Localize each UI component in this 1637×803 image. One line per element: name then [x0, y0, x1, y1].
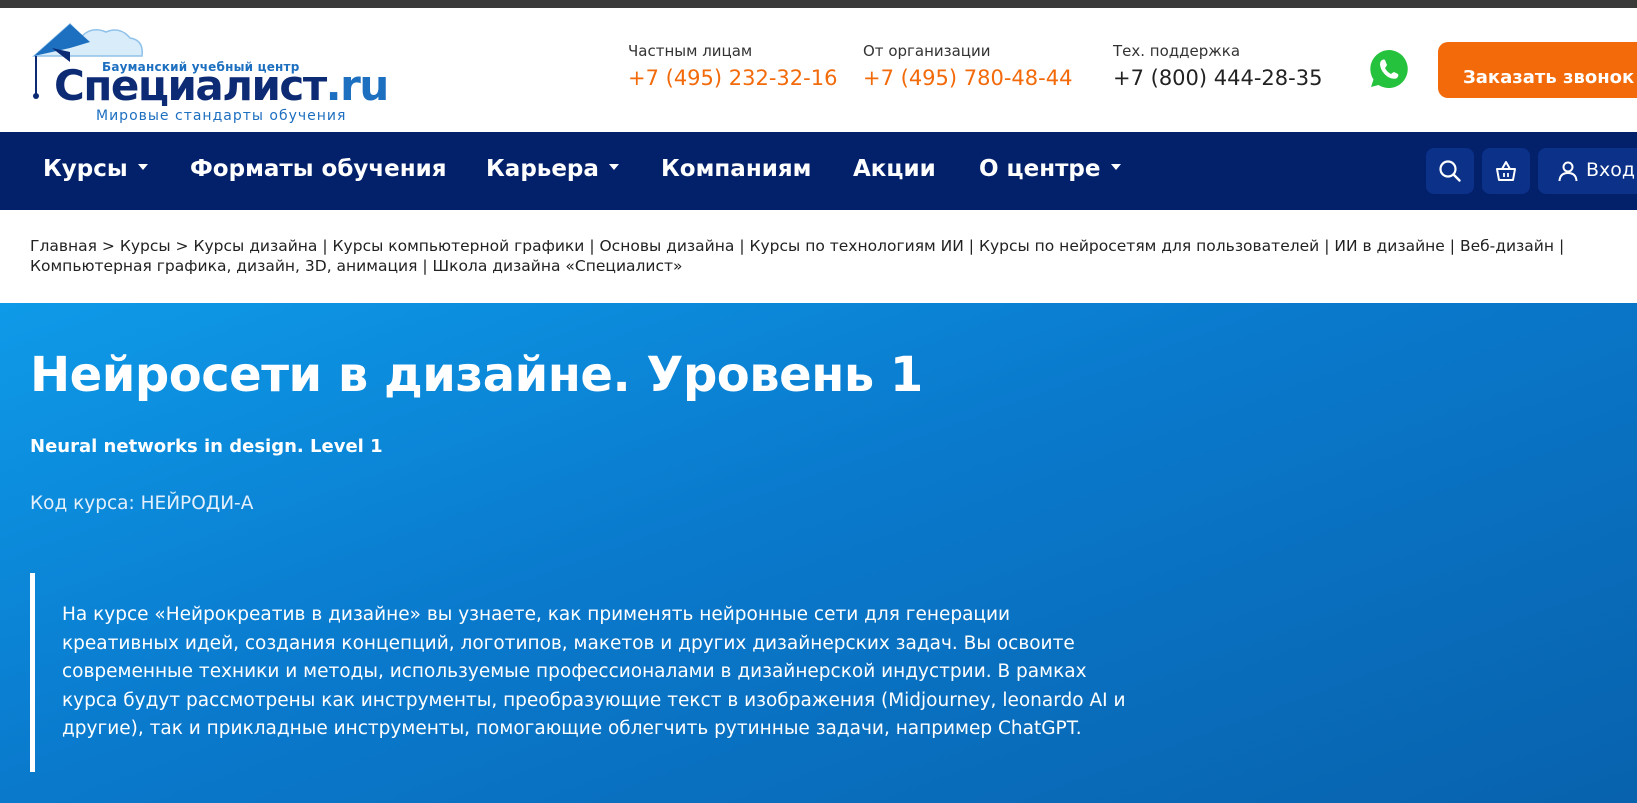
top-strip [0, 0, 1637, 8]
site-logo[interactable]: Баумански‌й учебный центр Специалист.ru … [30, 22, 389, 124]
course-description-text: На курсе «Нейрокреатив в дизайне» вы узн… [62, 604, 1126, 739]
contact-phone-link[interactable]: +7 (495) 232-32-16 [628, 66, 837, 90]
nav-item-label: Курсы [43, 156, 128, 182]
breadcrumb-separator: | [1324, 237, 1330, 255]
search-button[interactable] [1426, 148, 1474, 194]
logo-brand-suffix: .ru [325, 61, 390, 110]
login-button[interactable]: Вход [1538, 148, 1637, 194]
nav-item-about[interactable]: О центре [979, 156, 1121, 182]
breadcrumb-link[interactable]: Компьютерная графика, дизайн, 3D, анимац… [30, 257, 417, 275]
breadcrumb-separator: | [1449, 237, 1455, 255]
page-title: Нейросети в дизайне. Уровень 1 [30, 347, 923, 403]
breadcrumb-separator: | [422, 257, 428, 275]
breadcrumb-separator: > [101, 237, 115, 255]
nav-item-promotions[interactable]: Акции [853, 156, 936, 182]
search-icon [1439, 160, 1461, 182]
course-title-english: Neural networks in design. Level 1 [30, 436, 383, 457]
breadcrumb-link[interactable]: ИИ в дизайне [1334, 237, 1444, 255]
course-hero: Нейросети в дизайне. Уровень 1 Neural ne… [0, 303, 1637, 803]
nav-item-label: Карьера [486, 156, 599, 182]
nav-item-formats[interactable]: Форматы обучения [190, 156, 447, 182]
nav-item-career[interactable]: Карьера [486, 156, 619, 182]
cart-button[interactable] [1482, 148, 1530, 194]
breadcrumb-link[interactable]: Школа дизайна «Специалист» [433, 257, 683, 275]
breadcrumb: Главная > Курсы > Курсы дизайна | Курсы … [30, 236, 1620, 276]
basket-icon [1496, 161, 1516, 181]
login-label: Вход [1586, 159, 1636, 181]
contact-private: Частным лицам +7 (495) 232-32-16 [628, 42, 837, 90]
site-header: Баумански‌й учебный центр Специалист.ru … [0, 8, 1637, 132]
breadcrumb-link[interactable]: Курсы компьютерной графики [333, 237, 585, 255]
breadcrumb-link[interactable]: Курсы дизайна [193, 237, 317, 255]
breadcrumb-link[interactable]: Главная [30, 237, 97, 255]
breadcrumb-separator: | [968, 237, 974, 255]
breadcrumb-link[interactable]: Курсы [120, 237, 171, 255]
nav-item-label: О центре [979, 156, 1101, 182]
course-code: Код курса: НЕЙРОДИ-А [30, 493, 254, 514]
contact-label: Тех. поддержка [1113, 42, 1241, 60]
nav-item-companies[interactable]: Компаниям [661, 156, 811, 182]
breadcrumb-separator: | [1558, 237, 1565, 255]
logo-brand: Специалист.ru [54, 61, 390, 110]
breadcrumb-separator: > [175, 237, 189, 255]
nav-item-label: Форматы обучения [190, 156, 447, 182]
breadcrumb-link[interactable]: Основы дизайна [599, 237, 734, 255]
whatsapp-icon[interactable] [1368, 48, 1410, 90]
chevron-down-icon [137, 163, 148, 170]
nav-item-label: Акции [853, 156, 936, 182]
user-icon [1558, 161, 1578, 182]
logo-brand-main: Специалист [54, 61, 327, 110]
breadcrumb-separator: | [589, 237, 595, 255]
contact-organization: От организации +7 (495) 780-48-44 [863, 42, 1072, 90]
nav-item-courses[interactable]: Курсы [43, 156, 148, 182]
contact-phone-link[interactable]: +7 (800) 444-28-35 [1113, 66, 1322, 90]
breadcrumb-link[interactable]: Веб-дизайн [1460, 237, 1554, 255]
chevron-down-icon [1110, 163, 1121, 170]
contact-label: Частным лицам [628, 42, 753, 60]
nav-item-label: Компаниям [661, 156, 812, 182]
breadcrumb-separator: | [322, 237, 328, 255]
breadcrumb-link[interactable]: Курсы по нейросетям для пользователей [979, 237, 1319, 255]
breadcrumb-separator: | [739, 237, 745, 255]
contact-phone-link[interactable]: +7 (495) 780-48-44 [863, 66, 1072, 90]
logo-tagline-bottom: Мировые стандарты обучения [96, 108, 347, 124]
contact-label: От организации [863, 42, 991, 60]
order-call-button[interactable]: Заказать звонок [1438, 42, 1637, 98]
course-description: На курсе «Нейрокреатив в дизайне» вы узн… [30, 573, 1130, 772]
main-navigation: Курсы Форматы обучения Карьера Компаниям… [0, 132, 1637, 210]
chevron-down-icon [608, 163, 619, 170]
contact-support: Тех. поддержка +7 (800) 444-28-35 [1113, 42, 1322, 90]
breadcrumb-link[interactable]: Курсы по технологиям ИИ [749, 237, 963, 255]
